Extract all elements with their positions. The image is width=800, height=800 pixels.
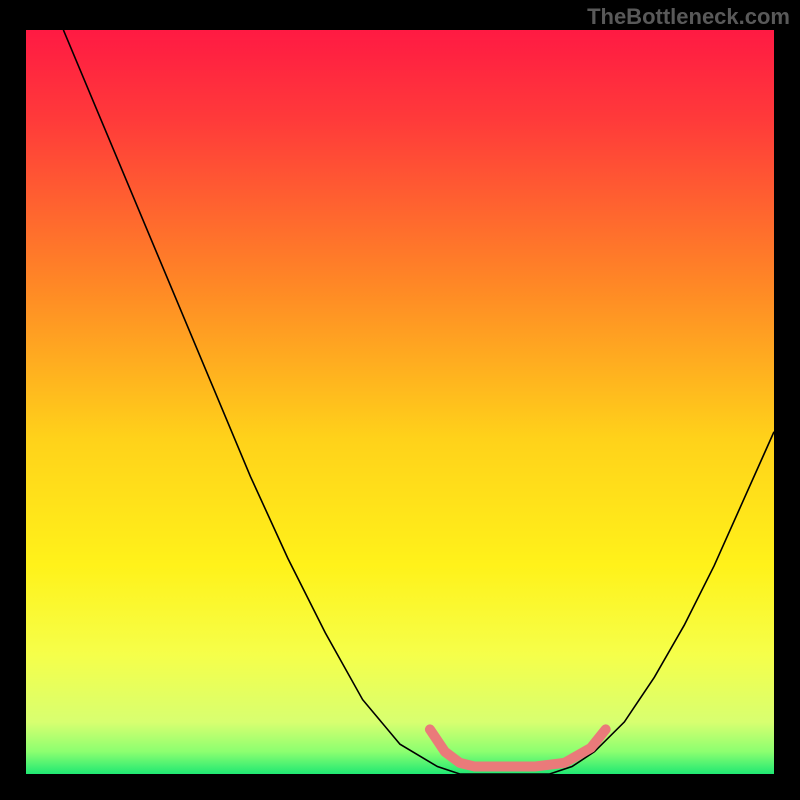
chart-plot-area — [26, 30, 774, 774]
chart-svg — [26, 30, 774, 774]
watermark-text: TheBottleneck.com — [587, 4, 790, 30]
gradient-background — [26, 30, 774, 774]
chart-frame: TheBottleneck.com — [0, 0, 800, 800]
